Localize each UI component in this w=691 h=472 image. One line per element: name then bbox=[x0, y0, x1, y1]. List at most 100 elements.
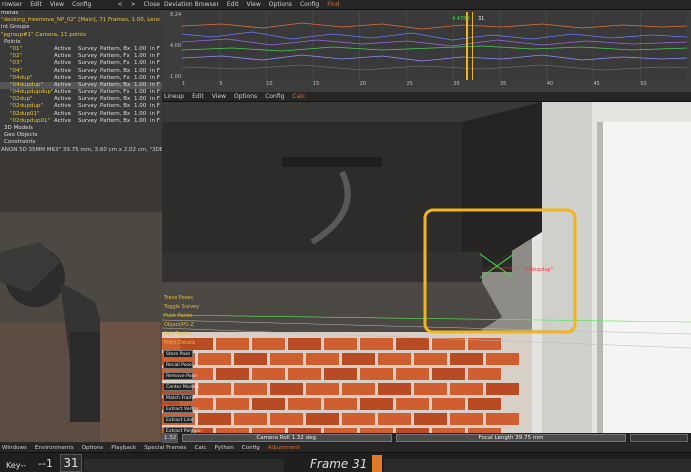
brick bbox=[288, 398, 321, 410]
main-menu-item[interactable]: Config bbox=[242, 445, 260, 451]
focal-length-slider[interactable]: Focal Length 39.75 mm bbox=[396, 434, 626, 442]
point-row[interactable]: "01" Active Survey Pattern, Bx 1.00 in F bbox=[0, 46, 162, 53]
timeline-track-right[interactable] bbox=[384, 459, 691, 472]
browser-tree-item[interactable]: int Groups bbox=[0, 24, 162, 31]
graph-title[interactable]: Deviation Browser bbox=[164, 1, 219, 8]
browser-tree-node[interactable]: Geo Objects bbox=[0, 132, 162, 139]
zoom-field[interactable]: 1.32 bbox=[162, 433, 178, 443]
point-weight: 1.00 bbox=[134, 60, 147, 67]
main-menu-item[interactable]: Windows bbox=[2, 445, 27, 451]
object-browser-panel: rowser Edit View Config < > Close meras "… bbox=[0, 0, 162, 153]
graph-menu-config[interactable]: Config bbox=[300, 1, 319, 8]
point-row[interactable]: "02dup01" Active Survey Pattern, Bx 1.00 in F bbox=[0, 111, 162, 118]
graph-menu-options[interactable]: Options bbox=[269, 1, 292, 8]
menu-view[interactable]: View bbox=[50, 1, 64, 8]
lineup-viewport[interactable]: Lineup Edit View Options Config Calc "04… bbox=[162, 92, 691, 443]
point-pattern: Pattern, Fx bbox=[100, 89, 130, 96]
recall-pose-button[interactable]: Recall Pose bbox=[163, 361, 193, 369]
nav-next-button[interactable]: > bbox=[131, 1, 136, 8]
viewport-menu-lineup[interactable]: Lineup bbox=[164, 93, 184, 100]
center-models-button[interactable]: Center Models bbox=[163, 383, 199, 391]
browser-tree-item[interactable]: meras bbox=[0, 10, 162, 17]
point-row[interactable]: "04" Active Survey Pattern, Bx 1.00 in F bbox=[0, 68, 162, 75]
current-frame-marker[interactable] bbox=[372, 455, 382, 472]
close-button[interactable]: Close bbox=[144, 1, 162, 8]
point-suffix: in F bbox=[150, 89, 160, 96]
point-status: Active bbox=[54, 96, 72, 103]
main-menu-item[interactable]: Calc bbox=[194, 445, 206, 451]
tool-point-details[interactable]: Point Details bbox=[164, 340, 195, 346]
brick bbox=[324, 368, 357, 380]
menu-config[interactable]: Config bbox=[72, 1, 91, 8]
timeline-track[interactable] bbox=[84, 459, 284, 472]
point-name: "03" bbox=[10, 60, 23, 67]
brick bbox=[252, 338, 285, 350]
main-menu-item[interactable]: Playback bbox=[111, 445, 136, 451]
brick bbox=[306, 413, 339, 425]
browser-tree-node[interactable]: Constraints bbox=[0, 139, 162, 146]
prev-key[interactable]: --1 bbox=[38, 457, 53, 470]
tool-toggle-survey[interactable]: Toggle Survey bbox=[164, 304, 199, 310]
point-row[interactable]: "02" Active Survey Pattern, Fx 1.00 in F bbox=[0, 53, 162, 60]
main-menu-item[interactable]: Adjustment bbox=[268, 445, 300, 451]
browser-tree-item[interactable]: Points bbox=[0, 39, 162, 46]
point-row[interactable]: "02dupdup01" Active Survey Pattern, Bx 1.00 i… bbox=[0, 118, 162, 125]
main-menu-item[interactable]: Environments bbox=[35, 445, 74, 451]
brick bbox=[360, 338, 393, 350]
menu-edit[interactable]: Edit bbox=[30, 1, 42, 8]
viewport-menu-view[interactable]: View bbox=[212, 93, 226, 100]
point-name: "04" bbox=[10, 67, 23, 74]
brick bbox=[486, 413, 519, 425]
point-suffix: in F bbox=[150, 74, 160, 81]
extra-slider[interactable] bbox=[630, 434, 688, 442]
timeline-bar: Key-- --1 31 Frame 31 bbox=[0, 453, 691, 472]
main-menu-item[interactable]: Options bbox=[82, 445, 104, 451]
curve-grey bbox=[181, 64, 688, 71]
tool-object-pg-z[interactable]: Object/PG Z bbox=[164, 322, 194, 328]
graph-menu-view[interactable]: View bbox=[247, 1, 261, 8]
x-tick-label: 25 bbox=[406, 81, 413, 87]
point-label[interactable]: "04dupdup" bbox=[523, 267, 553, 273]
graph-menu-find[interactable]: Find bbox=[327, 1, 339, 8]
viewport-menu-config[interactable]: Config bbox=[265, 93, 284, 100]
point-row[interactable]: "04dup" Active Survey Pattern, Fx 1.00 in F bbox=[0, 75, 162, 82]
tool-trans-poses[interactable]: Trans Poses bbox=[164, 295, 193, 301]
main-menu-item[interactable]: Python bbox=[214, 445, 233, 451]
match-frame-button[interactable]: Match Frame bbox=[163, 394, 196, 402]
point-row[interactable]: "04dupdupdup" Active Survey Pattern, Fx 1.00… bbox=[0, 89, 162, 96]
point-row[interactable]: "02dup" Active Survey Pattern, Bx 1.00 in F bbox=[0, 96, 162, 103]
deviation-curve-plot[interactable]: 4.4788 31 bbox=[181, 12, 688, 80]
frame-cursor[interactable] bbox=[466, 12, 468, 80]
point-row[interactable]: "03" Active Survey Pattern, Fx 1.00 in F bbox=[0, 60, 162, 67]
browser-tree-item[interactable]: "decking_freemove_NP_02" [Main], 71 Fram… bbox=[0, 17, 162, 24]
viewport-menu-options[interactable]: Options bbox=[234, 93, 257, 100]
point-weight: 1.00 bbox=[134, 74, 147, 81]
remove-pose-button[interactable]: Remove Pose bbox=[163, 372, 197, 380]
store-pose-button[interactable]: Store Pose bbox=[163, 350, 193, 358]
left-viewport-image[interactable] bbox=[0, 152, 162, 442]
point-row[interactable]: "02dupdup" Active Survey Pattern, Bx 1.00 in … bbox=[0, 103, 162, 110]
browser-tree-node[interactable]: 3D Models bbox=[0, 125, 162, 132]
brick bbox=[342, 383, 375, 395]
tool-push-points[interactable]: Push Points bbox=[164, 313, 192, 319]
menu-browser[interactable]: rowser bbox=[2, 1, 22, 8]
tool-edit-tracks[interactable]: Edit Tracks bbox=[164, 331, 191, 337]
browser-tree-item[interactable]: "pgroup#1" Camera, 11 points bbox=[0, 32, 162, 39]
point-weight: 1.00 bbox=[134, 81, 147, 88]
key-label: Key-- bbox=[6, 461, 27, 470]
point-type: Survey bbox=[78, 45, 98, 52]
brick bbox=[252, 398, 285, 410]
point-status: Active bbox=[54, 60, 72, 67]
graph-menu-edit[interactable]: Edit bbox=[227, 1, 239, 8]
main-menu-item[interactable]: Special Frames bbox=[144, 445, 186, 451]
viewport-menu-calc[interactable]: Calc bbox=[292, 93, 305, 100]
point-suffix: in F bbox=[150, 96, 160, 103]
x-tick-label: 45 bbox=[593, 81, 600, 87]
extract-line-button[interactable]: Extract Line bbox=[163, 416, 194, 424]
nav-prev-button[interactable]: < bbox=[118, 1, 123, 8]
extract-vertex-button[interactable]: Extract Vertex bbox=[163, 405, 199, 413]
camera-roll-slider[interactable]: Camera Roll 1.32 deg. bbox=[182, 434, 392, 442]
frame-number-field[interactable]: 31 bbox=[60, 454, 82, 472]
point-row[interactable]: "04dupdup" Active Survey Pattern, Bx 1.00 in … bbox=[0, 81, 162, 90]
viewport-menu-edit[interactable]: Edit bbox=[192, 93, 204, 100]
